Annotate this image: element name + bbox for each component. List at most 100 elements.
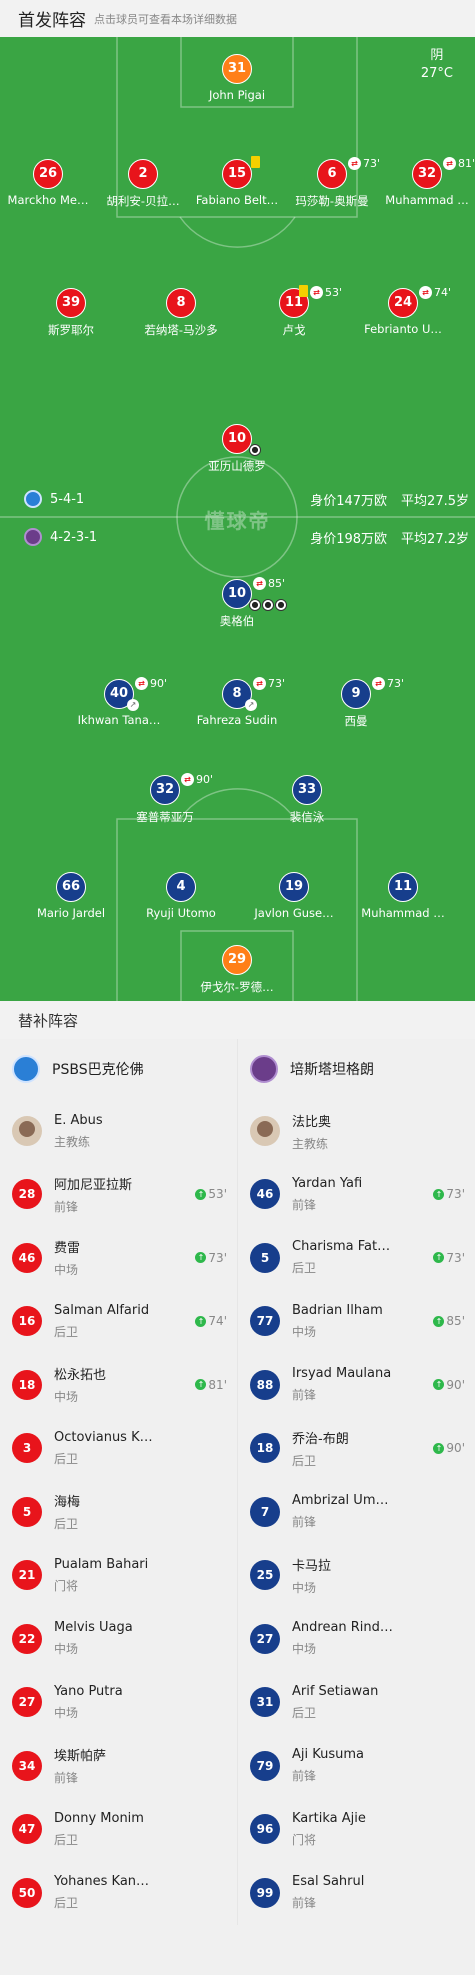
sub-player-row[interactable]: 79 Aji Kusuma 前锋 [238,1735,475,1798]
home-formation-row: 5-4-1 [24,490,84,508]
sub-player-row[interactable]: 18 松永拓也 中场 ↑ 81' [0,1354,237,1417]
sub-player-row[interactable]: 88 Irsyad Maulana 前锋 ↑ 90' [238,1354,475,1417]
jersey-number: 34 [12,1750,42,1781]
sub-player-row[interactable]: 99 Esal Sahrul 前锋 [238,1862,475,1925]
sub-player-row[interactable]: 34 埃斯帕萨 前锋 [0,1735,237,1798]
player-name: Yano Putra [54,1683,123,1699]
sub-player-row[interactable]: 50 Yohanes Kan… 后卫 [0,1862,237,1925]
away-player[interactable]: 11 Muhammad … [343,872,463,920]
jersey-number: 46 [12,1242,42,1273]
player-name: Donny Monim [54,1810,144,1826]
jersey-number: 18 [12,1369,42,1400]
player-name: Irsyad Maulana [292,1366,392,1382]
jersey-number: 28 [12,1179,42,1210]
sub-on-indicator: ↑ 90' [433,1378,465,1392]
sub-player-row[interactable]: 5 海梅 后卫 [0,1481,237,1544]
away-player[interactable]: 66 Mario Jardel [11,872,131,920]
home-player[interactable]: 39 斯罗耶尔 [11,288,131,338]
weather-info: 阴 27°C [421,47,453,83]
away-player[interactable]: 4 Ryuji Utomo [121,872,241,920]
sub-player-row[interactable]: 3 Octovianus K… 后卫 [0,1417,237,1481]
sub-off-indicator: ⇄ 90' [135,677,167,690]
away-player[interactable]: 9 西曼 ⇄ 73' [296,677,416,729]
away-player[interactable]: 10 奥格伯 ⇄ 85' ● ● ● [177,577,297,629]
away-team-header[interactable]: 培斯塔坦格朗 [238,1039,475,1099]
home-team-name: PSBS巴克伦佛 [52,1062,144,1078]
sub-player-row[interactable]: 96 Kartika Ajie 门将 [238,1798,475,1862]
lineup-header: 首发阵容 点击球员可查看本场详细数据 [0,0,475,37]
goals-indicator: ● ● ● [249,599,287,611]
sub-player-row[interactable]: 22 Melvis Uaga 中场 [0,1608,237,1671]
jersey-number: 2 [128,159,158,189]
player-name: 卡马拉 [292,1558,332,1574]
jersey-number: 99 [250,1877,280,1908]
jersey-number: 18 [250,1433,280,1464]
sub-player-row[interactable]: 25 卡马拉 中场 [238,1544,475,1608]
jersey-number: 16 [12,1306,42,1337]
jersey-number: 33 [292,775,322,805]
sub-player-row[interactable]: 46 Yardan Yafi 前锋 ↑ 73' [238,1163,475,1227]
away-team-value: 身价198万欧 [310,532,388,547]
sub-player-row[interactable]: 47 Donny Monim 后卫 [0,1798,237,1862]
sub-on-icon: ↑ [195,1315,207,1327]
sub-off-indicator: ⇄ 90' [181,773,213,786]
sub-player-row[interactable]: 18 乔治-布朗 后卫 ↑ 90' [238,1417,475,1481]
home-formation: 5-4-1 [50,491,85,507]
away-player[interactable]: 19 Javlon Guse… [234,872,354,920]
sub-off-indicator: ⇄ 73' [253,677,285,690]
jersey-number: 96 [250,1814,280,1845]
ball-icon: ● [249,599,261,611]
player-position: 前锋 [292,1197,317,1212]
sub-on-minute: 85' [446,1314,465,1328]
sub-on-icon: ↑ [195,1252,207,1263]
home-team-header[interactable]: PSBS巴克伦佛 [0,1039,237,1099]
home-player[interactable]: 24 Febrianto U… ⇄ 74' [343,286,463,336]
sub-off-minute: 73' [268,677,286,690]
away-player[interactable]: 8 Fahreza Sudin ⇄ 73' ↗ [177,677,297,727]
player-name: Esal Sahrul [292,1874,365,1890]
weather-condition: 阴 [430,48,444,63]
away-player[interactable]: 33 裴信泳 [247,775,367,825]
player-position: 门将 [54,1578,79,1593]
sub-on-indicator: ↑ 73' [433,1187,465,1201]
jersey-number: 88 [250,1369,280,1400]
sub-player-row[interactable]: 5 Charisma Fat… 后卫 ↑ 73' [238,1227,475,1290]
home-player[interactable]: 11 卢戈 ⇄ 53' [234,285,354,338]
player-name: Fahreza Sudin [196,713,278,727]
sub-player-row[interactable]: 16 Salman Alfarid 后卫 ↑ 74' [0,1290,237,1354]
sub-on-minute: 73' [208,1250,227,1265]
weather-temp: 27°C [420,66,453,81]
home-player[interactable]: 31 John Pigai [177,54,297,102]
sub-player-row[interactable]: 46 费雷 中场 ↑ 73' [0,1227,237,1290]
away-team-age: 平均27.2岁 [401,532,469,547]
sub-player-row[interactable]: 7 Ambrizal Um… 前锋 [238,1481,475,1544]
jersey-number: 5 [250,1242,280,1273]
jersey-number: 27 [12,1687,42,1718]
away-coach[interactable]: 法比奥 主教练 [238,1099,475,1163]
sub-player-row[interactable]: 27 Andrean Rind… 中场 [238,1608,475,1671]
jersey-number: 22 [12,1623,42,1654]
sub-off-icon: ⇄ [419,286,432,299]
sub-player-row[interactable]: 77 Badrian Ilham 中场 ↑ 85' [238,1290,475,1354]
jersey-number: 15 [222,159,252,189]
sub-off-indicator: ⇄ 73' [372,677,404,690]
sub-player-row[interactable]: 28 阿加尼亚拉斯 前锋 ↑ 53' [0,1163,237,1227]
sub-player-row[interactable]: 31 Arif Setiawan 后卫 [238,1671,475,1735]
away-player[interactable]: 29 伊戈尔-罗德… [177,945,297,995]
sub-on-icon: ↑ [433,1315,445,1327]
away-player[interactable]: 40 Ikhwan Tana… ⇄ 90' ↗ [59,677,179,727]
sub-off-minute: 74' [434,286,452,299]
home-player[interactable]: 32 Muhammad … ⇄ 81' [367,157,475,207]
player-name: Ryuji Utomo [146,906,216,920]
subs-header: 替补阵容 [0,1001,475,1039]
sub-player-row[interactable]: 21 Pualam Bahari 门将 [0,1544,237,1608]
away-player[interactable]: 32 塞普蒂亚万 ⇄ 90' [105,773,225,825]
sub-on-icon: ↑ [433,1442,445,1454]
coach-name: E. Abus [54,1112,103,1128]
sub-player-row[interactable]: 27 Yano Putra 中场 [0,1671,237,1735]
home-player[interactable]: 8 若纳塔-马沙多 [121,288,241,338]
home-player[interactable]: 10 亚历山德罗 ● [177,424,297,474]
player-name: Andrean Rind… [292,1620,393,1636]
home-coach[interactable]: E. Abus 主教练 [0,1099,237,1163]
player-position: 前锋 [292,1769,317,1784]
